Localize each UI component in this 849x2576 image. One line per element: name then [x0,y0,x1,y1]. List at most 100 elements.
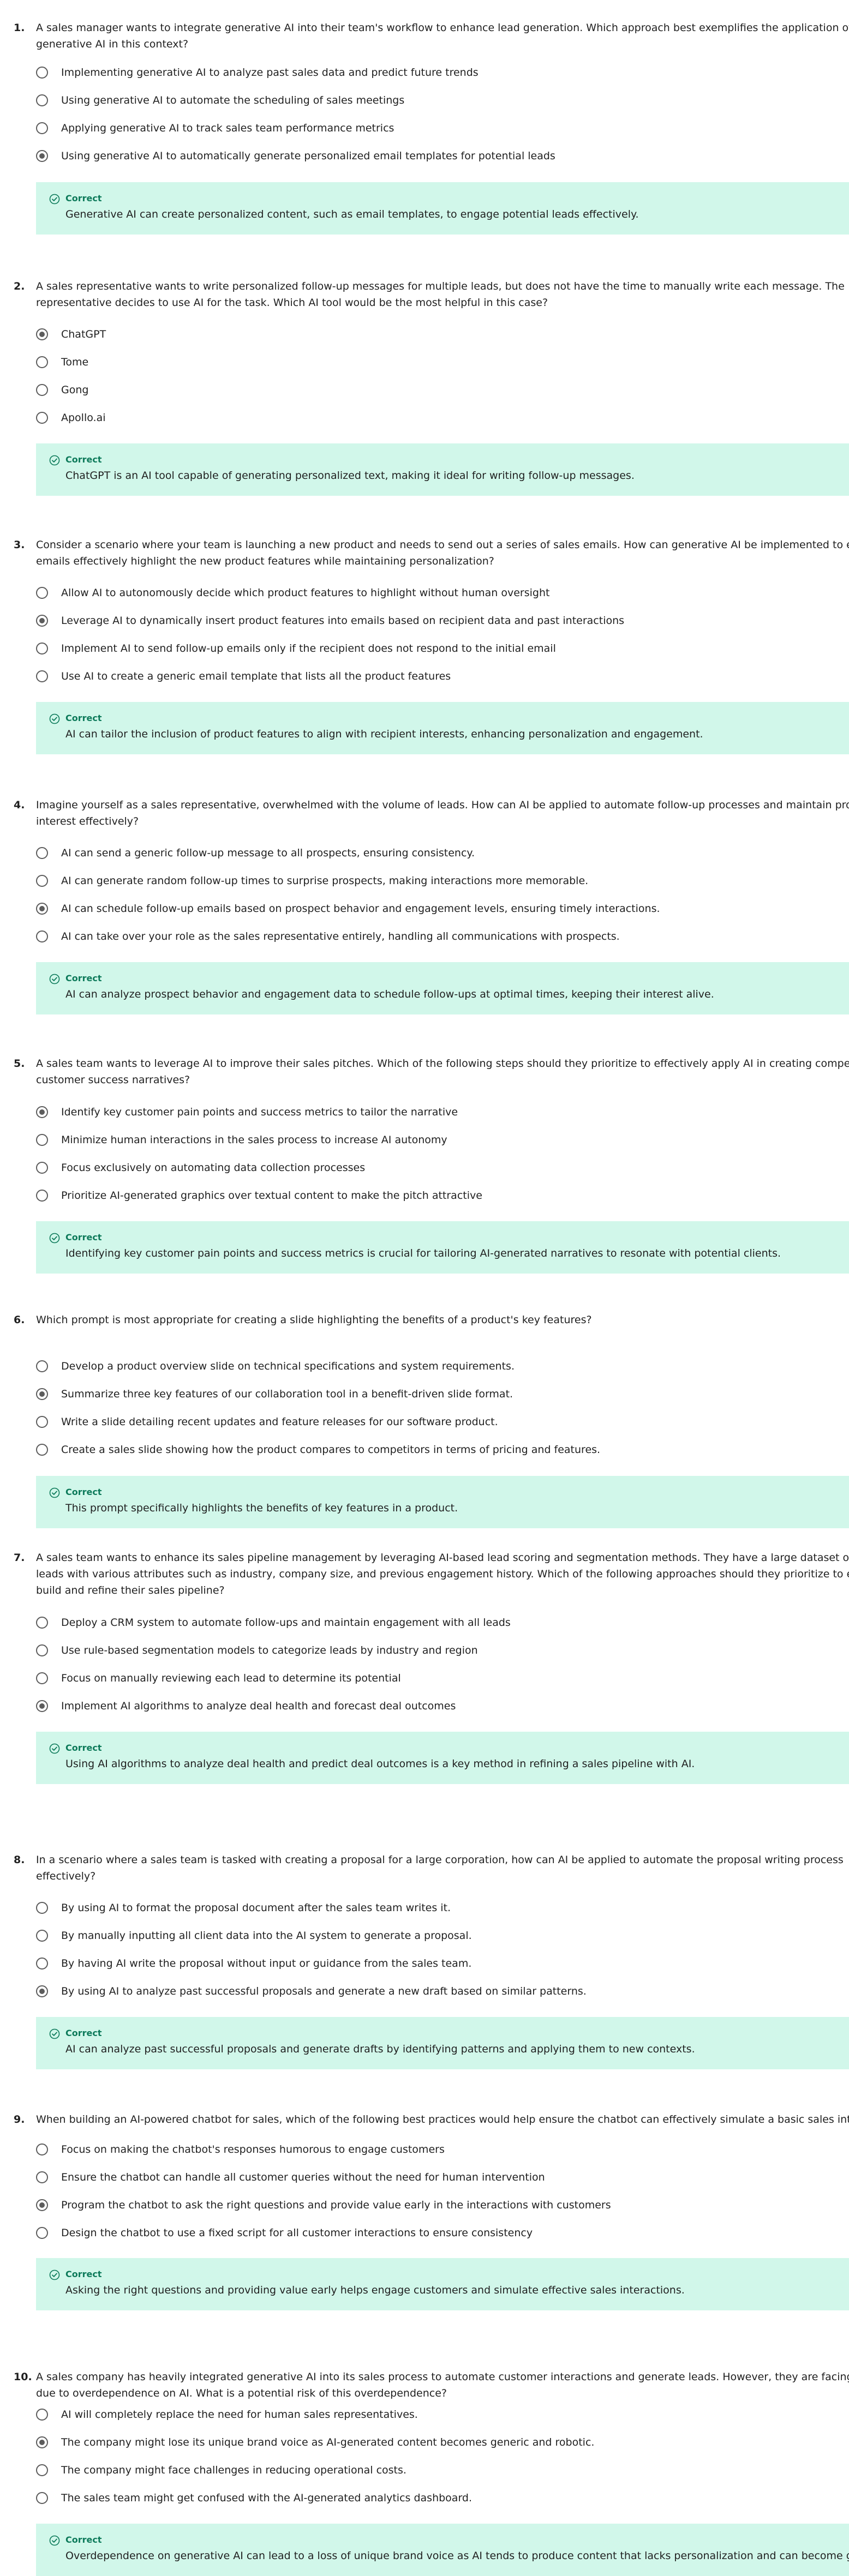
answer-option[interactable]: Allow AI to autonomously decide which pr… [36,585,549,601]
answer-option[interactable]: Summarize three key features of our coll… [36,1386,513,1402]
radio-selected-icon[interactable] [36,1700,48,1712]
answer-option[interactable]: AI can send a generic follow-up message … [36,845,475,861]
radio-unselected-icon[interactable] [36,2464,48,2476]
answer-option-label: Program the chatbot to ask the right que… [61,2199,611,2211]
answer-option[interactable]: By using AI to format the proposal docum… [36,1900,451,1916]
radio-unselected-icon[interactable] [36,1644,48,1656]
radio-unselected-icon[interactable] [36,847,48,859]
radio-unselected-icon[interactable] [36,930,48,942]
answer-option[interactable]: Identify key customer pain points and su… [36,1104,458,1120]
radio-selected-icon[interactable] [36,903,48,915]
radio-unselected-icon[interactable] [36,122,48,134]
answer-option[interactable]: Using generative AI to automate the sche… [36,92,404,109]
answer-option[interactable]: Use rule-based segmentation models to ca… [36,1642,478,1659]
radio-selected-icon[interactable] [36,1106,48,1118]
radio-selected-icon[interactable] [36,1985,48,1997]
answer-option[interactable]: The company might lose its unique brand … [36,2434,594,2451]
answer-option[interactable]: Prioritize AI-generated graphics over te… [36,1187,482,1204]
answer-option[interactable]: Use AI to create a generic email templat… [36,668,451,684]
answer-option[interactable]: By using AI to analyze past successful p… [36,1983,587,1999]
radio-selected-icon[interactable] [36,615,48,627]
answer-option[interactable]: Leverage AI to dynamically insert produc… [36,613,624,629]
radio-unselected-icon[interactable] [36,2143,48,2155]
check-circle-icon [49,2535,60,2546]
answer-option[interactable]: AI can schedule follow-up emails based o… [36,900,660,917]
answer-option[interactable]: Implement AI to send follow-up emails on… [36,640,556,657]
answer-option[interactable]: The company might face challenges in red… [36,2462,406,2478]
radio-unselected-icon[interactable] [36,1902,48,1914]
answer-option[interactable]: Applying generative AI to track sales te… [36,120,394,136]
answer-option[interactable]: The sales team might get confused with t… [36,2490,472,2506]
question-text-line: Which prompt is most appropriate for cre… [36,1314,592,1326]
radio-unselected-icon[interactable] [36,1444,48,1456]
radio-unselected-icon[interactable] [36,1190,48,1202]
question-text-line: A sales team wants to leverage AI to imp… [36,1058,849,1070]
answer-option[interactable]: Develop a product overview slide on tech… [36,1358,515,1374]
question-text-line: effectively? [36,1870,96,1882]
radio-unselected-icon[interactable] [36,2171,48,2183]
answer-option[interactable]: By having AI write the proposal without … [36,1955,471,1972]
answer-option[interactable]: Apollo.ai [36,410,106,426]
radio-unselected-icon[interactable] [36,94,48,106]
radio-unselected-icon[interactable] [36,643,48,654]
answer-option[interactable]: Using generative AI to automatically gen… [36,148,555,164]
radio-selected-icon[interactable] [36,328,48,340]
radio-selected-icon[interactable] [36,2436,48,2448]
feedback-text: Generative AI can create personalized co… [65,208,639,220]
answer-option-label: The company might lose its unique brand … [61,2436,595,2448]
answer-option[interactable]: ChatGPT [36,326,106,343]
radio-unselected-icon[interactable] [36,2227,48,2239]
radio-unselected-icon[interactable] [36,1360,48,1372]
radio-unselected-icon[interactable] [36,875,48,887]
answer-option[interactable]: Implement AI algorithms to analyze deal … [36,1698,456,1714]
radio-unselected-icon[interactable] [36,1162,48,1174]
answer-option[interactable]: Program the chatbot to ask the right que… [36,2197,611,2213]
answer-option[interactable]: AI can generate random follow-up times t… [36,873,588,889]
answer-option[interactable]: AI can take over your role as the sales … [36,928,620,945]
answer-option-label: AI can take over your role as the sales … [61,930,620,942]
radio-unselected-icon[interactable] [36,1617,48,1629]
radio-selected-icon[interactable] [36,2199,48,2211]
answer-option[interactable]: Focus on making the chatbot's responses … [36,2141,445,2158]
radio-unselected-icon[interactable] [36,587,48,599]
answer-option[interactable]: AI will completely replace the need for … [36,2406,418,2423]
answer-option[interactable]: Deploy a CRM system to automate follow-u… [36,1614,511,1631]
answer-option[interactable]: Focus exclusively on automating data col… [36,1160,365,1176]
feedback-text: AI can analyze past successful proposals… [65,2043,695,2055]
radio-unselected-icon[interactable] [36,356,48,368]
answer-option-label: Apollo.ai [61,412,106,424]
answer-option[interactable]: Gong [36,382,88,398]
radio-selected-icon[interactable] [36,1388,48,1400]
radio-unselected-icon[interactable] [36,412,48,424]
radio-unselected-icon[interactable] [36,67,48,79]
radio-unselected-icon[interactable] [36,384,48,396]
answer-option[interactable]: Write a slide detailing recent updates a… [36,1414,498,1430]
radio-selected-icon[interactable] [36,150,48,162]
radio-unselected-icon[interactable] [36,1957,48,1969]
answer-option[interactable]: Design the chatbot to use a fixed script… [36,2225,533,2241]
radio-unselected-icon[interactable] [36,2492,48,2504]
radio-unselected-icon[interactable] [36,2409,48,2421]
answer-option-label: Identify key customer pain points and su… [61,1106,458,1118]
radio-unselected-icon[interactable] [36,1134,48,1146]
radio-unselected-icon[interactable] [36,670,48,682]
check-circle-icon [49,455,60,466]
answer-option[interactable]: Focus on manually reviewing each lead to… [36,1670,401,1686]
feedback-box: Correct AI can analyze prospect behavior … [36,962,849,1014]
answer-option[interactable]: Create a sales slide showing how the pro… [36,1442,600,1458]
radio-unselected-icon[interactable] [36,1930,48,1942]
question-number: 4. [14,799,25,811]
answer-option[interactable]: By manually inputting all client data in… [36,1928,472,1944]
question-9: 9. When building an AI-powered chatbot fo… [14,2111,849,2310]
answer-option[interactable]: Ensure the chatbot can handle all custom… [36,2169,545,2185]
question-10: 10. A sales company has heavily integrate… [14,2369,849,2576]
question-text-line: customer success narratives? [36,1074,190,1086]
answer-option[interactable]: Tome [36,354,88,370]
answer-option[interactable]: Implementing generative AI to analyze pa… [36,64,479,81]
question-1: 1. A sales manager wants to integrate gen… [14,20,849,235]
radio-unselected-icon[interactable] [36,1416,48,1428]
answer-option[interactable]: Minimize human interactions in the sales… [36,1132,447,1148]
answer-option-label: Minimize human interactions in the sales… [61,1134,447,1146]
answer-option-label: By manually inputting all client data in… [61,1930,472,1942]
radio-unselected-icon[interactable] [36,1672,48,1684]
